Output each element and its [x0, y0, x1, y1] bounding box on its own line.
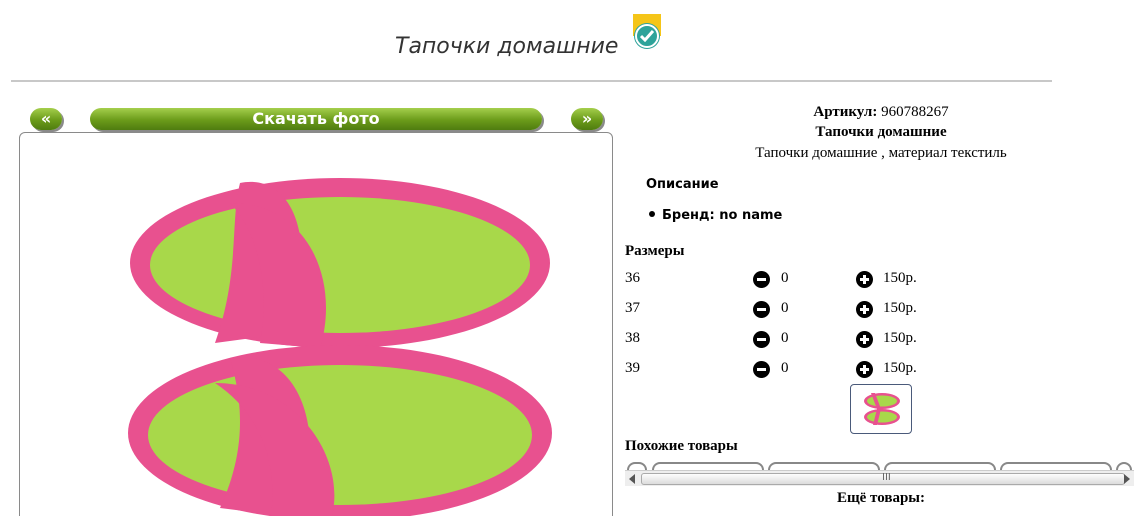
price-value: 150р.	[883, 360, 917, 376]
similar-products-heading: Похожие товары	[625, 438, 738, 454]
scrollbar-thumb[interactable]: III	[641, 472, 1125, 485]
decrease-qty-icon[interactable]	[753, 361, 770, 378]
size-row: 38 0 150р.	[625, 330, 955, 352]
decrease-qty-icon[interactable]	[753, 331, 770, 348]
size-row: 36 0 150р.	[625, 270, 955, 292]
download-photo-button[interactable]: Скачать фото	[90, 108, 542, 130]
increase-qty-icon[interactable]	[856, 301, 873, 318]
increase-qty-icon[interactable]	[856, 361, 873, 378]
increase-qty-icon[interactable]	[856, 271, 873, 288]
article-label: Артикул:	[813, 104, 878, 120]
title-divider	[11, 80, 1052, 82]
size-value: 39	[625, 360, 640, 376]
more-products-heading: Ещё товары:	[836, 490, 926, 506]
slippers-image	[128, 178, 552, 516]
size-value: 38	[625, 330, 640, 346]
sizes-heading: Размеры	[625, 243, 685, 259]
product-photo	[19, 132, 613, 516]
brand-list-item: Бренд: no name	[649, 208, 782, 223]
bullet-icon	[649, 210, 655, 217]
size-value: 37	[625, 300, 640, 316]
prev-photo-button[interactable]: «	[30, 108, 62, 130]
decrease-qty-icon[interactable]	[753, 301, 770, 318]
product-name: Тапочки домашние	[815, 124, 947, 140]
size-row: 37 0 150р.	[625, 300, 955, 322]
horizontal-scrollbar[interactable]: III	[625, 470, 1134, 486]
qty-value: 0	[781, 360, 789, 376]
article-value: 960788267	[881, 104, 949, 120]
article-line: Артикул: 960788267	[625, 104, 1134, 121]
scrollbar-grip: III	[882, 472, 891, 483]
increase-qty-icon[interactable]	[856, 331, 873, 348]
qty-value: 0	[781, 330, 789, 346]
size-value: 36	[625, 270, 640, 286]
page-header: Тапочки домашние	[0, 14, 1060, 82]
qty-value: 0	[781, 270, 789, 286]
next-photo-button[interactable]: »	[571, 108, 603, 130]
product-description: Тапочки домашние , материал текстиль	[755, 145, 1007, 161]
price-value: 150р.	[883, 270, 917, 286]
price-value: 150р.	[883, 330, 917, 346]
price-value: 150р.	[883, 300, 917, 316]
photo-thumbnail[interactable]	[850, 384, 912, 434]
size-row: 39 0 150р.	[625, 360, 955, 382]
scroll-left-icon[interactable]	[629, 474, 635, 484]
brand-text: Бренд: no name	[662, 208, 783, 223]
scroll-right-icon[interactable]	[1124, 474, 1130, 484]
slippers-thumbnail-image	[864, 393, 900, 425]
description-heading: Описание	[646, 177, 719, 192]
page-title: Тапочки домашние	[395, 34, 619, 59]
verified-badge-icon	[633, 14, 661, 54]
decrease-qty-icon[interactable]	[753, 271, 770, 288]
qty-value: 0	[781, 300, 789, 316]
